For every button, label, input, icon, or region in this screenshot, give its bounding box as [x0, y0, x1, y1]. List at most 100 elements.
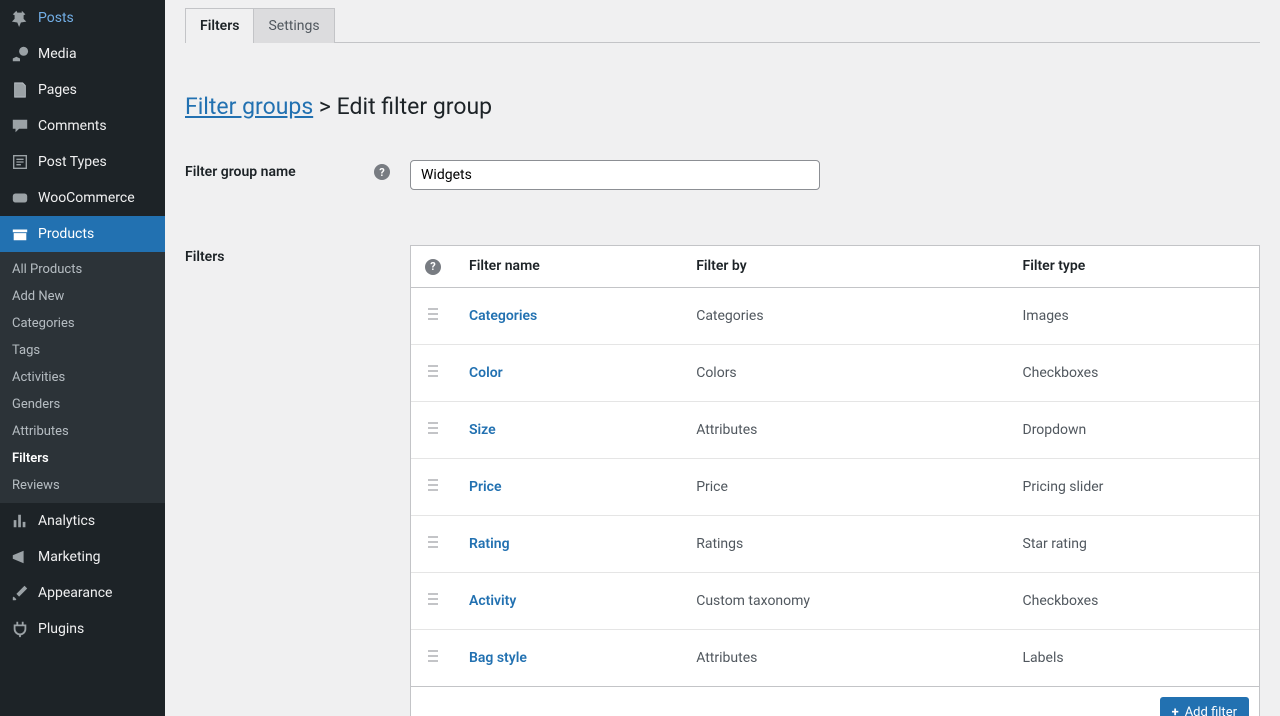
filter-by-cell: Custom taxonomy	[682, 572, 1008, 629]
pin-icon	[10, 8, 30, 28]
box-icon	[10, 224, 30, 244]
drag-handle-icon[interactable]	[428, 591, 438, 607]
table-row: CategoriesCategoriesImages	[411, 287, 1259, 344]
sidebar-item-label: Comments	[38, 118, 107, 134]
filters-section-label: Filters	[185, 249, 224, 265]
filter-type-cell: Star rating	[1009, 515, 1260, 572]
woo-icon	[10, 188, 30, 208]
filter-group-name-input[interactable]	[410, 160, 820, 190]
chart-icon	[10, 511, 30, 531]
filter-by-cell: Categories	[682, 287, 1008, 344]
filter-by-cell: Price	[682, 458, 1008, 515]
filter-name-link[interactable]: Price	[469, 479, 502, 495]
main-content: Filters Settings Filter groups > Edit fi…	[165, 0, 1280, 716]
filter-by-cell: Attributes	[682, 401, 1008, 458]
drag-handle-icon[interactable]	[428, 306, 438, 322]
breadcrumb-tail: Edit filter group	[337, 93, 492, 120]
filter-name-link[interactable]: Bag style	[469, 650, 527, 666]
comment-icon	[10, 116, 30, 136]
sidebar-child-reviews[interactable]: Reviews	[0, 472, 165, 499]
filter-name-link[interactable]: Size	[469, 422, 496, 438]
filter-type-cell: Pricing slider	[1009, 458, 1260, 515]
sidebar-item-label: Post Types	[38, 154, 107, 170]
table-row: PricePricePricing slider	[411, 458, 1259, 515]
sidebar-item-label: Products	[38, 226, 94, 242]
breadcrumb-sep: >	[313, 93, 336, 120]
filter-name-link[interactable]: Rating	[469, 536, 510, 552]
col-filter-type: Filter type	[1009, 246, 1260, 287]
sidebar-children: All Products Add New Categories Tags Act…	[0, 252, 165, 503]
sidebar-child-attributes[interactable]: Attributes	[0, 418, 165, 445]
sidebar-item-appearance[interactable]: Appearance	[0, 575, 165, 611]
filter-name-link[interactable]: Categories	[469, 308, 537, 324]
sidebar-item-label: Pages	[38, 82, 77, 98]
sidebar-item-woocommerce[interactable]: WooCommerce	[0, 180, 165, 216]
filter-type-cell: Checkboxes	[1009, 572, 1260, 629]
filter-by-cell: Colors	[682, 344, 1008, 401]
media-icon	[10, 44, 30, 64]
sidebar-child-add-new[interactable]: Add New	[0, 283, 165, 310]
sidebar-item-plugins[interactable]: Plugins	[0, 611, 165, 647]
sidebar-item-posts[interactable]: Posts	[0, 0, 165, 36]
sidebar-child-activities[interactable]: Activities	[0, 364, 165, 391]
sidebar-item-label: Appearance	[38, 585, 112, 601]
sidebar: Posts Media Pages Comments Post Types Wo…	[0, 0, 165, 716]
drag-handle-icon[interactable]	[428, 648, 438, 664]
col-filter-name: Filter name	[455, 246, 682, 287]
brush-icon	[10, 583, 30, 603]
sidebar-child-categories[interactable]: Categories	[0, 310, 165, 337]
table-row: Activity Custom taxonomyCheckboxes	[411, 572, 1259, 629]
drag-handle-icon[interactable]	[428, 363, 438, 379]
table-row: Color ColorsCheckboxes	[411, 344, 1259, 401]
tabs: Filters Settings	[185, 8, 1260, 43]
sidebar-item-post-types[interactable]: Post Types	[0, 144, 165, 180]
filters-table: ? Filter name Filter by Filter type Cate…	[411, 246, 1259, 687]
sidebar-item-media[interactable]: Media	[0, 36, 165, 72]
sidebar-item-products[interactable]: Products	[0, 216, 165, 252]
table-help-icon[interactable]: ?	[425, 259, 441, 275]
table-row: Size AttributesDropdown	[411, 401, 1259, 458]
filter-name-link[interactable]: Activity	[469, 593, 516, 609]
sidebar-item-label: Analytics	[38, 513, 95, 529]
filter-type-cell: Images	[1009, 287, 1260, 344]
filter-group-name-label: Filter group name	[185, 164, 296, 180]
sidebar-item-pages[interactable]: Pages	[0, 72, 165, 108]
sidebar-item-comments[interactable]: Comments	[0, 108, 165, 144]
table-row: Bag style AttributesLabels	[411, 629, 1259, 686]
filter-type-cell: Labels	[1009, 629, 1260, 686]
filter-by-cell: Ratings	[682, 515, 1008, 572]
sidebar-item-label: Posts	[38, 10, 74, 26]
sidebar-item-label: Media	[38, 46, 77, 62]
sidebar-item-marketing[interactable]: Marketing	[0, 539, 165, 575]
tab-filters[interactable]: Filters	[185, 8, 254, 43]
plus-icon: +	[1172, 705, 1179, 716]
drag-handle-icon[interactable]	[428, 420, 438, 436]
drag-handle-icon[interactable]	[428, 534, 438, 550]
page-icon	[10, 80, 30, 100]
doc-icon	[10, 152, 30, 172]
megaphone-icon	[10, 547, 30, 567]
add-filter-label: Add filter	[1185, 705, 1237, 716]
table-row: Rating RatingsStar rating	[411, 515, 1259, 572]
add-filter-button[interactable]: + Add filter	[1160, 697, 1249, 716]
sidebar-item-label: WooCommerce	[38, 190, 135, 206]
sidebar-child-all-products[interactable]: All Products	[0, 256, 165, 283]
filter-name-link[interactable]: Color	[469, 365, 503, 381]
tab-settings[interactable]: Settings	[254, 8, 334, 43]
filter-type-cell: Dropdown	[1009, 401, 1260, 458]
filter-by-cell: Attributes	[682, 629, 1008, 686]
filter-type-cell: Checkboxes	[1009, 344, 1260, 401]
help-icon[interactable]: ?	[374, 164, 390, 180]
breadcrumb-link[interactable]: Filter groups	[185, 93, 313, 120]
sidebar-child-tags[interactable]: Tags	[0, 337, 165, 364]
breadcrumb: Filter groups > Edit filter group	[185, 93, 1260, 120]
sidebar-child-genders[interactable]: Genders	[0, 391, 165, 418]
sidebar-item-analytics[interactable]: Analytics	[0, 503, 165, 539]
col-filter-by: Filter by	[682, 246, 1008, 287]
sidebar-child-filters[interactable]: Filters	[0, 445, 165, 472]
filters-table-wrap: ? Filter name Filter by Filter type Cate…	[410, 245, 1260, 716]
sidebar-item-label: Marketing	[38, 549, 101, 565]
drag-handle-icon[interactable]	[428, 477, 438, 493]
sidebar-item-label: Plugins	[38, 621, 84, 637]
plug-icon	[10, 619, 30, 639]
